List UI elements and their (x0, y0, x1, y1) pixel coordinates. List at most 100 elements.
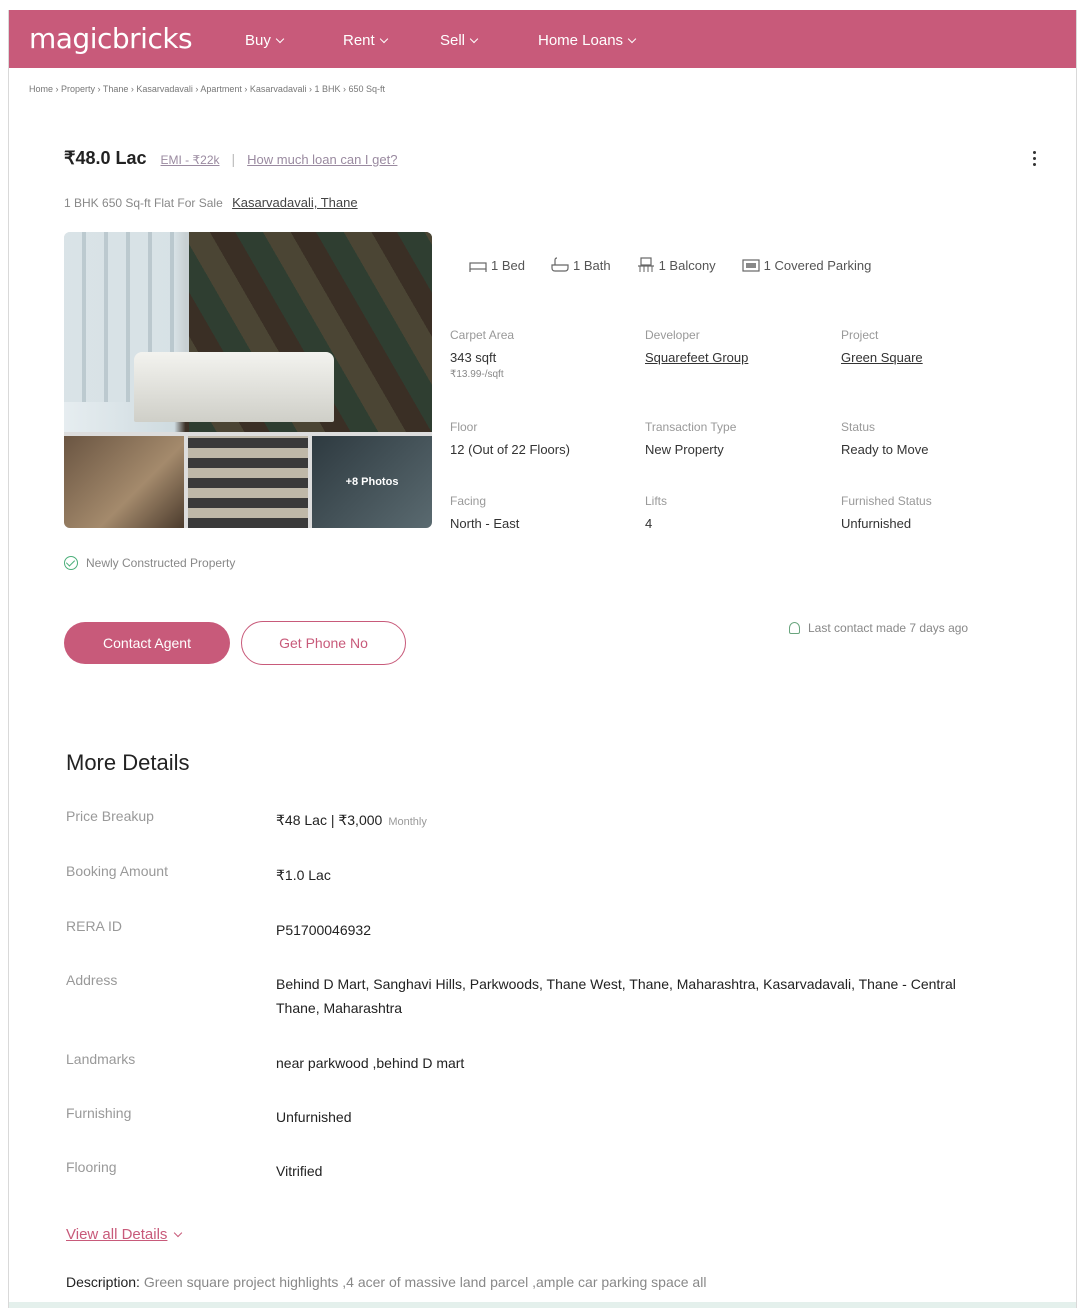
spec-label: Lifts (645, 494, 668, 508)
photo-gallery[interactable]: +8 Photos (64, 232, 432, 528)
amenity-bed: 1 Bed (469, 257, 525, 273)
spec-developer: Developer Squarefeet Group (645, 328, 748, 365)
location-link[interactable]: Kasarvadavali, Thane (232, 195, 358, 210)
detail-value: Unfurnished (276, 1109, 352, 1125)
price-row: ₹48.0 Lac EMI - ₹22k | How much loan can… (64, 148, 397, 169)
detail-row-address: Address Behind D Mart, Sanghavi Hills, P… (66, 972, 976, 1020)
detail-value: Vitrified (276, 1163, 323, 1179)
description-label: Description: (66, 1274, 140, 1290)
separator: | (231, 151, 236, 167)
more-options-icon[interactable] (1027, 148, 1041, 172)
last-contact-info: Last contact made 7 days ago (789, 621, 968, 635)
nav-home-loans[interactable]: Home Loans (538, 32, 637, 49)
amenity-bath-label: 1 Bath (572, 257, 611, 273)
more-photos-thumbnail[interactable]: +8 Photos (312, 436, 432, 528)
get-phone-button[interactable]: Get Phone No (241, 621, 406, 665)
spec-floor: Floor 12 (Out of 22 Floors) (450, 420, 570, 457)
newly-constructed-badge: Newly Constructed Property (64, 556, 235, 570)
breadcrumb[interactable]: Home › Property › Thane › Kasarvadavali … (29, 84, 385, 94)
spec-label: Furnished Status (841, 494, 932, 508)
spec-label: Status (841, 420, 876, 434)
page-frame: magicbricks Buy Rent Sell Home Loans Hom… (8, 10, 1077, 1308)
detail-key: Flooring (66, 1159, 117, 1175)
spec-label: Facing (450, 494, 487, 508)
detail-value: ₹1.0 Lac (276, 867, 331, 883)
view-all-details-label: View all Details (66, 1226, 168, 1243)
contact-agent-button[interactable]: Contact Agent (64, 622, 230, 664)
magicbricks-logo[interactable]: magicbricks (29, 22, 193, 55)
spec-carpet-area: Carpet Area 343 sqft ₹13.99-/sqft (450, 328, 514, 380)
top-navbar: magicbricks Buy Rent Sell Home Loans (9, 10, 1076, 68)
spec-value: 343 sqft (450, 350, 497, 365)
detail-value: Behind D Mart, Sanghavi Hills, Parkwoods… (276, 976, 956, 1016)
thumbnail-strip: +8 Photos (64, 436, 432, 528)
amenity-bath: 1 Bath (551, 257, 611, 273)
detail-key: Booking Amount (66, 863, 168, 879)
spec-value: New Property (645, 442, 724, 457)
listing-subtitle: 1 BHK 650 Sq-ft Flat For Sale Kasarvadav… (64, 195, 358, 210)
nav-home-loans-label: Home Loans (538, 32, 624, 49)
spec-label: Transaction Type (645, 420, 737, 434)
amenity-balcony: 1 Balcony (637, 257, 716, 273)
more-photos-label: +8 Photos (345, 476, 399, 488)
nav-sell[interactable]: Sell (440, 32, 479, 49)
amenity-bed-label: 1 Bed (491, 257, 525, 273)
view-all-details-link[interactable]: View all Details (66, 1226, 183, 1243)
spec-label: Developer (645, 328, 700, 342)
bath-icon (551, 257, 569, 272)
newly-constructed-label: Newly Constructed Property (86, 556, 236, 570)
loan-calculator-link[interactable]: How much loan can I get? (247, 152, 397, 167)
spec-lifts: Lifts 4 (645, 494, 667, 531)
spec-value: North - East (450, 516, 520, 531)
photo-bed (134, 352, 334, 422)
detail-value: P51700046932 (276, 922, 371, 938)
detail-key: Landmarks (66, 1051, 136, 1067)
description-text: Green square project highlights ,4 acer … (143, 1274, 707, 1290)
price-breakup-period: Monthly (388, 816, 427, 828)
chevron-down-icon (174, 1228, 183, 1237)
user-icon (789, 622, 800, 634)
spec-rate: ₹13.99-/sqft (450, 369, 504, 380)
spec-value: 12 (Out of 22 Floors) (450, 442, 570, 457)
detail-row-flooring: Flooring Vitrified (66, 1159, 976, 1183)
last-contact-label: Last contact made 7 days ago (808, 621, 969, 635)
spec-facing: Facing North - East (450, 494, 519, 531)
detail-key: Price Breakup (66, 808, 154, 824)
project-link[interactable]: Green Square (841, 350, 923, 365)
spec-value: Unfurnished (841, 516, 912, 531)
amenity-parking: 1 Covered Parking (742, 257, 872, 273)
description: Description: Green square project highli… (66, 1274, 1066, 1290)
amenity-parking-label: 1 Covered Parking (763, 257, 872, 273)
nav-rent[interactable]: Rent (343, 32, 388, 49)
spec-label: Carpet Area (450, 328, 515, 342)
spec-furnished-status: Furnished Status Unfurnished (841, 494, 932, 531)
chevron-down-icon (469, 34, 479, 43)
developer-link[interactable]: Squarefeet Group (645, 350, 748, 365)
detail-row-rera-id: RERA ID P51700046932 (66, 918, 976, 942)
spec-label: Project (841, 328, 879, 342)
listing-config: 1 BHK 650 Sq-ft Flat For Sale (64, 196, 223, 210)
chevron-down-icon (627, 34, 637, 43)
detail-key: RERA ID (66, 918, 123, 934)
listing-price: ₹48.0 Lac (64, 148, 147, 168)
nav-buy[interactable]: Buy (245, 32, 285, 49)
main-photo[interactable] (64, 232, 432, 432)
spec-label: Floor (450, 420, 478, 434)
balcony-icon (637, 257, 654, 272)
price-breakup-value: ₹48 Lac | ₹3,000 (276, 812, 383, 828)
chevron-down-icon (275, 34, 285, 43)
detail-row-price-breakup: Price Breakup ₹48 Lac | ₹3,000 Monthly (66, 808, 976, 834)
spec-transaction-type: Transaction Type New Property (645, 420, 736, 457)
thumbnail-photo[interactable] (188, 436, 308, 528)
thumbnail-photo[interactable] (64, 436, 184, 528)
more-details-title: More Details (66, 750, 190, 775)
emi-link[interactable]: EMI - ₹22k (161, 153, 220, 167)
detail-row-booking-amount: Booking Amount ₹1.0 Lac (66, 863, 976, 887)
amenity-balcony-label: 1 Balcony (658, 257, 716, 273)
detail-row-furnishing: Furnishing Unfurnished (66, 1105, 976, 1129)
amenities-row: 1 Bed 1 Bath 1 Balcony 1 Covered Parking (469, 257, 871, 273)
detail-key: Furnishing (66, 1105, 132, 1121)
chevron-down-icon (379, 34, 388, 43)
detail-key: Address (66, 972, 118, 988)
nav-sell-label: Sell (440, 32, 466, 49)
